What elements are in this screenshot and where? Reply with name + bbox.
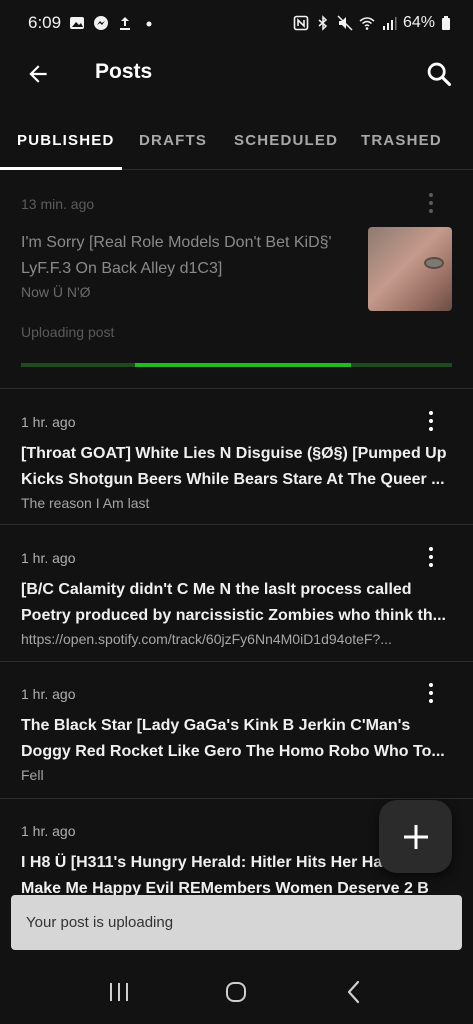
post-title-line1: [Throat GOAT] White Lies N Disguise (§Ø§… [21, 445, 447, 462]
tab-bar: PUBLISHED DRAFTS SCHEDULED TRASHED [0, 118, 473, 170]
home-button[interactable] [216, 972, 256, 1012]
more-vert-icon [429, 683, 433, 703]
status-left: 6:09 [28, 13, 157, 33]
mute-icon [337, 15, 353, 31]
more-vert-icon [429, 411, 433, 431]
battery-percent: 64% [402, 14, 435, 31]
more-options-button[interactable] [421, 545, 441, 569]
upload-status: Uploading post [21, 324, 115, 340]
post-subtitle: The reason I Am last [21, 495, 150, 511]
search-button[interactable] [423, 58, 455, 90]
post-time: 13 min. ago [21, 196, 95, 212]
post-time: 1 hr. ago [21, 550, 76, 566]
nfc-icon [293, 15, 309, 31]
more-vert-icon [429, 547, 433, 567]
battery-icon [441, 15, 451, 31]
home-icon [226, 982, 247, 1002]
tab-trashed[interactable]: TRASHED [361, 132, 442, 149]
arrow-left-icon [29, 65, 47, 83]
post-time: 1 hr. ago [21, 686, 76, 702]
nav-back-button[interactable] [334, 972, 374, 1012]
upload-progress-bar [21, 363, 452, 367]
list-item[interactable]: 1 hr. ago The Black Star [Lady GaGa's Ki… [0, 662, 473, 799]
list-item[interactable]: 13 min. ago I'm Sorry [Real Role Models … [0, 171, 473, 389]
back-button[interactable] [22, 58, 54, 90]
list-item[interactable]: 1 hr. ago [B/C Calamity didn't C Me N th… [0, 525, 473, 662]
system-nav-bar [0, 960, 473, 1024]
status-right: 64% [293, 14, 451, 32]
tab-indicator [0, 167, 122, 170]
post-subtitle: https://open.spotify.com/track/60jzFy6Nn… [21, 631, 392, 647]
post-title-line2: Doggy Red Rocket Like Gero The Homo Robo… [21, 743, 445, 760]
back-icon [348, 980, 360, 1004]
add-post-button[interactable] [379, 800, 452, 873]
post-time: 1 hr. ago [21, 414, 76, 430]
wifi-icon [359, 15, 375, 31]
plus-icon [403, 824, 428, 849]
post-title-line2: Kicks Shotgun Beers While Bears Stare At… [21, 471, 445, 488]
messenger-icon [93, 15, 109, 31]
post-title-line1: The Black Star [Lady GaGa's Kink B Jerki… [21, 717, 411, 734]
dot-icon [141, 15, 157, 31]
signal-icon [381, 15, 397, 31]
more-options-button[interactable] [421, 409, 441, 433]
post-subtitle: Fell [21, 767, 44, 783]
tab-published[interactable]: PUBLISHED [17, 132, 114, 149]
snackbar-text: Your post is uploading [26, 914, 174, 931]
tab-drafts[interactable]: DRAFTS [139, 132, 207, 149]
more-vert-icon [429, 193, 433, 213]
list-item[interactable]: 1 hr. ago [Throat GOAT] White Lies N Dis… [0, 389, 473, 525]
post-subtitle: Now Ü N'Ø [21, 284, 91, 300]
app-bar: Posts [0, 46, 473, 102]
snackbar: Your post is uploading [11, 895, 462, 950]
post-time: 1 hr. ago [21, 823, 76, 839]
more-options-button[interactable] [421, 191, 441, 215]
status-time: 6:09 [28, 13, 62, 32]
upload-icon [117, 15, 133, 31]
status-bar: 6:09 64% [0, 0, 473, 46]
post-title: I'm Sorry [Real Role Models Don't Bet Ki… [21, 234, 332, 277]
search-icon [427, 62, 452, 87]
upload-progress-fill [135, 363, 351, 367]
post-title-line1: [B/C Calamity didn't C Me N the laslt pr… [21, 581, 412, 598]
recents-icon [109, 983, 128, 1001]
tab-scheduled[interactable]: SCHEDULED [234, 132, 338, 149]
more-options-button[interactable] [421, 681, 441, 705]
gallery-icon [69, 15, 85, 31]
recents-button[interactable] [99, 972, 139, 1012]
post-thumbnail [368, 227, 452, 311]
bluetooth-icon [315, 15, 331, 31]
page-title: Posts [95, 60, 153, 83]
post-title-line2: Poetry produced by narcissistic Zombies … [21, 607, 446, 624]
